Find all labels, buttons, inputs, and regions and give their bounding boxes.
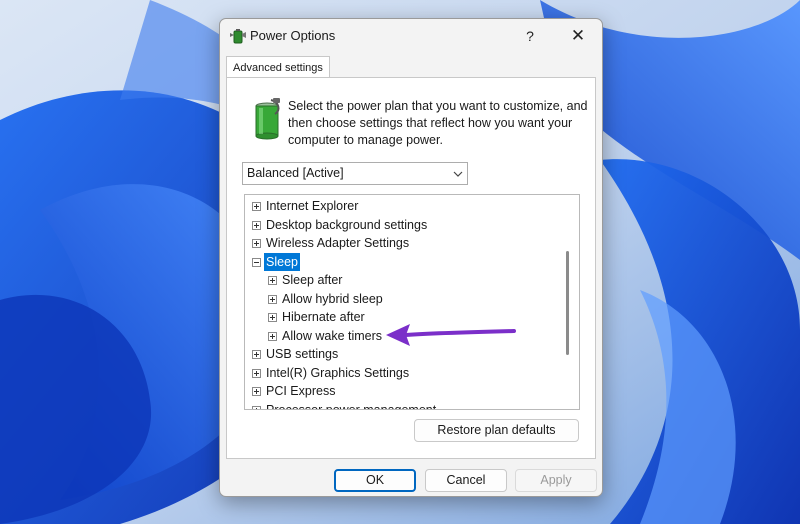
expand-icon[interactable] <box>268 331 277 341</box>
power-options-dialog: Power Options ? ✕ Advanced settings Sele… <box>219 18 603 497</box>
settings-tree[interactable]: Internet Explorer Desktop background set… <box>244 194 580 410</box>
tree-item-label: Allow wake timers <box>282 328 383 343</box>
tree-item-processor-power[interactable]: Processor power management <box>245 401 565 410</box>
tree-item-label: PCI Express <box>266 384 336 398</box>
tree-item-allow-hybrid-sleep[interactable]: Allow hybrid sleep <box>245 290 565 308</box>
tree-item-pci-express[interactable]: PCI Express <box>245 382 565 400</box>
ok-button[interactable]: OK <box>334 469 416 492</box>
tree-item-label: Intel(R) Graphics Settings <box>266 365 410 380</box>
scrollbar-thumb[interactable] <box>566 251 569 355</box>
apply-button[interactable]: Apply <box>515 469 597 492</box>
expand-icon[interactable] <box>268 313 277 322</box>
power-plan-value: Balanced [Active] <box>247 166 344 180</box>
tree-item-label: Hibernate after <box>282 310 365 324</box>
tree-item-sleep[interactable]: Sleep <box>245 252 565 271</box>
power-options-icon <box>230 29 246 44</box>
window-title: Power Options <box>250 28 336 43</box>
expand-icon[interactable] <box>252 387 261 396</box>
tree-item-intel-graphics[interactable]: Intel(R) Graphics Settings <box>245 364 565 382</box>
restore-plan-defaults-button[interactable]: Restore plan defaults <box>414 419 579 442</box>
tree-scrollbar[interactable] <box>565 195 571 409</box>
close-button[interactable]: ✕ <box>556 23 600 49</box>
tab-advanced-settings[interactable]: Advanced settings <box>226 56 330 79</box>
tree-item-label: Allow hybrid sleep <box>282 291 383 306</box>
expand-icon[interactable] <box>252 368 261 378</box>
intro-text: Select the power plan that you want to c… <box>288 99 588 147</box>
battery-icon <box>255 98 280 140</box>
expand-icon[interactable] <box>252 202 261 211</box>
chevron-down-icon <box>453 171 463 177</box>
expand-icon[interactable] <box>268 276 277 285</box>
help-button[interactable]: ? <box>508 23 552 49</box>
title-bar[interactable]: Power Options ? ✕ <box>220 19 602 53</box>
tree-item-label: Internet Explorer <box>266 199 359 213</box>
expand-icon[interactable] <box>252 239 261 248</box>
tree-item-label: Wireless Adapter Settings <box>266 236 410 250</box>
tree-item-label: Processor power management <box>266 402 437 410</box>
tree-item-sleep-after[interactable]: Sleep after <box>245 271 565 289</box>
tree-item-label: USB settings <box>266 347 339 361</box>
cancel-button[interactable]: Cancel <box>425 469 507 492</box>
expand-icon[interactable] <box>252 350 261 359</box>
expand-icon[interactable] <box>252 405 261 409</box>
collapse-icon[interactable] <box>252 257 261 267</box>
power-plan-dropdown[interactable]: Balanced [Active] <box>242 162 468 185</box>
advanced-settings-panel: Select the power plan that you want to c… <box>226 77 596 459</box>
tree-item-label: Sleep <box>264 252 300 271</box>
tree-item-internet-explorer[interactable]: Internet Explorer <box>245 197 565 215</box>
tree-item-label: Desktop background settings <box>266 217 428 232</box>
tree-item-wireless-adapter[interactable]: Wireless Adapter Settings <box>245 234 565 252</box>
expand-icon[interactable] <box>252 220 261 230</box>
expand-icon[interactable] <box>268 294 277 304</box>
tree-item-label: Sleep after <box>282 273 343 287</box>
annotation-arrow <box>386 324 516 346</box>
tree-item-desktop-background[interactable]: Desktop background settings <box>245 216 565 234</box>
